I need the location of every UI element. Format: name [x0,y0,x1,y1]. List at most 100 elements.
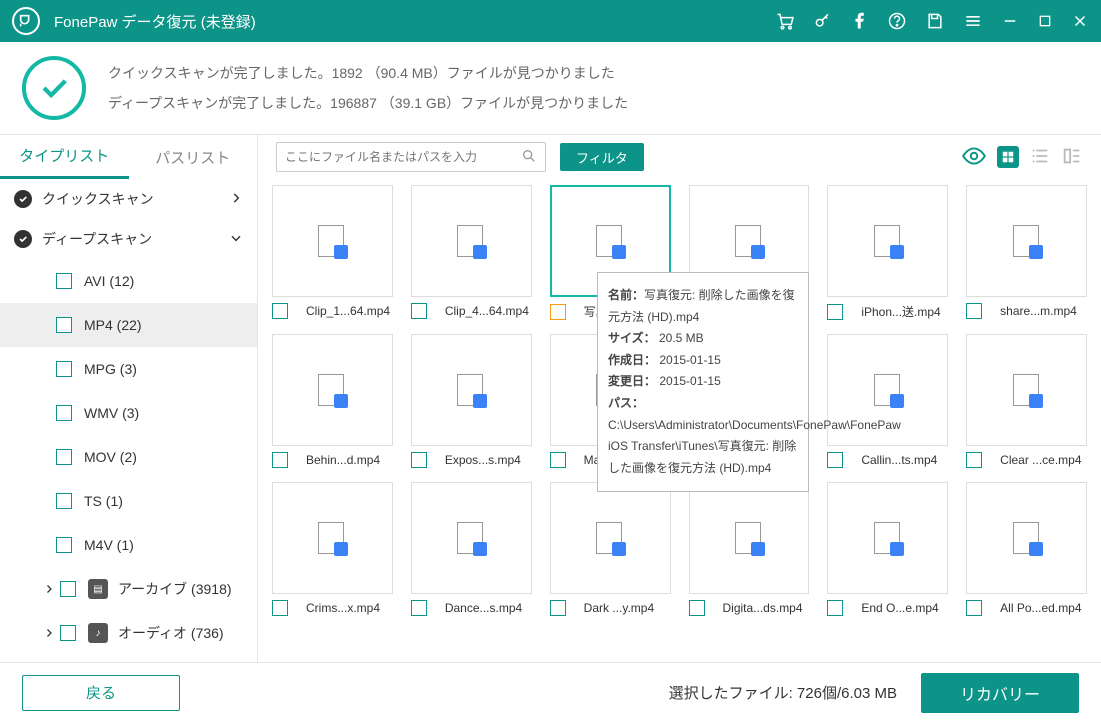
file-item[interactable]: Dance...s.mp4 [411,482,532,616]
tree-item[interactable]: TS (1) [0,479,257,523]
file-tooltip: 名前：写真復元: 削除した画像を復元方法 (HD).mp4 サイズ： 20.5 … [597,272,809,492]
tree-item[interactable]: WMV (3) [0,391,257,435]
list-view-icon[interactable] [1029,145,1051,170]
minimize-icon[interactable] [1001,12,1019,30]
tree-item[interactable]: MOV (2) [0,435,257,479]
menu-icon[interactable] [963,11,983,31]
tree-group-label: ディープスキャン [42,229,152,249]
footer: 戻る 選択したファイル: 726個/6.03 MB リカバリー [0,662,1101,722]
chevron-right-icon [38,583,60,595]
checkbox[interactable] [827,452,843,468]
back-button[interactable]: 戻る [22,675,180,711]
file-item[interactable]: iPhon...送.mp4 [827,185,948,320]
checkbox[interactable] [272,452,288,468]
file-item[interactable]: Clip_1...64.mp4 [272,185,393,320]
filter-button[interactable]: フィルタ [560,143,644,171]
checkbox[interactable] [272,600,288,616]
chevron-down-icon [229,231,243,248]
checkbox[interactable] [60,581,76,597]
maximize-icon[interactable] [1037,13,1053,29]
file-name: Behin...d.mp4 [306,453,393,467]
checkbox[interactable] [966,600,982,616]
checkbox[interactable] [56,361,72,377]
file-item[interactable]: Crims...x.mp4 [272,482,393,616]
checkbox[interactable] [827,304,843,320]
file-name: Callin...ts.mp4 [861,453,948,467]
cart-icon[interactable] [775,11,795,31]
checkbox[interactable] [60,625,76,641]
checkbox[interactable] [56,405,72,421]
content: フィルタ Clip_1...64.mp4Clip_4...64.mp4写真復..… [258,135,1101,662]
checkbox[interactable] [411,600,427,616]
tree-item[interactable]: MPG (3) [0,347,257,391]
complete-check-icon [22,56,86,120]
checkbox[interactable] [550,304,566,320]
file-name: Expos...s.mp4 [445,453,532,467]
file-item[interactable]: Dark ...y.mp4 [550,482,671,616]
file-item[interactable]: Clip_4...64.mp4 [411,185,532,320]
file-item[interactable]: All Po...ed.mp4 [966,482,1087,616]
status-line-deep: ディープスキャンが完了しました。196887 （39.1 GB）ファイルが見つか… [108,93,628,113]
file-item[interactable]: Digita...ds.mp4 [689,482,810,616]
file-item[interactable]: Callin...ts.mp4 [827,334,948,468]
tree-item-label: AVI (12) [84,273,134,289]
archive-icon: ▤ [88,579,108,599]
tab-type-list[interactable]: タイプリスト [0,135,129,179]
tree-cat-audio[interactable]: ♪ オーディオ (736) [0,611,257,655]
checkbox[interactable] [411,452,427,468]
video-file-icon [318,225,346,257]
video-file-icon [318,374,346,406]
video-file-icon [735,522,763,554]
detail-view-icon[interactable] [1061,145,1083,170]
video-file-icon [596,522,624,554]
tree-item-label: オーディオ (736) [118,623,224,643]
search-icon[interactable] [521,148,537,167]
search-input[interactable] [285,150,521,164]
file-item[interactable]: Clear ...ce.mp4 [966,334,1087,468]
tree-item[interactable]: M4V (1) [0,523,257,567]
tree-item[interactable]: AVI (12) [0,259,257,303]
preview-icon[interactable] [961,143,987,172]
checkbox[interactable] [56,449,72,465]
titlebar: FonePaw データ復元 (未登録) [0,0,1101,42]
checkbox[interactable] [272,303,288,319]
recover-button[interactable]: リカバリー [921,673,1079,713]
help-icon[interactable] [887,11,907,31]
tree-item-label: TS (1) [84,493,123,509]
file-item[interactable]: Expos...s.mp4 [411,334,532,468]
checkbox[interactable] [56,273,72,289]
checkbox[interactable] [827,600,843,616]
checkbox[interactable] [689,600,705,616]
key-icon[interactable] [813,11,833,31]
video-file-icon [457,522,485,554]
file-item[interactable]: share...m.mp4 [966,185,1087,320]
video-file-icon [1013,374,1041,406]
file-item[interactable]: Behin...d.mp4 [272,334,393,468]
close-icon[interactable] [1071,12,1089,30]
tree-cat-archive[interactable]: ▤ アーカイブ (3918) [0,567,257,611]
file-name: Crims...x.mp4 [306,601,393,615]
toolbar: フィルタ [258,135,1101,179]
facebook-icon[interactable] [851,12,869,30]
video-file-icon [874,225,902,257]
tree-item-label: MOV (2) [84,449,137,465]
tree-item-label: アーカイブ (3918) [118,579,232,599]
tree-group-quick[interactable]: クイックスキャン [0,179,257,219]
tree-item[interactable]: MP4 (22) [0,303,257,347]
checkbox[interactable] [550,452,566,468]
file-name: Digita...ds.mp4 [723,601,810,615]
file-item[interactable]: End O...e.mp4 [827,482,948,616]
checkbox[interactable] [56,493,72,509]
tab-path-list[interactable]: パスリスト [129,135,258,179]
app-title: FonePaw データ復元 (未登録) [54,11,775,32]
checkbox[interactable] [966,303,982,319]
tree-group-deep[interactable]: ディープスキャン [0,219,257,259]
checkbox[interactable] [56,537,72,553]
checkbox[interactable] [411,303,427,319]
checkbox[interactable] [966,452,982,468]
grid-view-icon[interactable] [997,146,1019,168]
save-icon[interactable] [925,11,945,31]
checkbox[interactable] [56,317,72,333]
status-line-quick: クイックスキャンが完了しました。1892 （90.4 MB）ファイルが見つかりま… [108,63,628,83]
checkbox[interactable] [550,600,566,616]
